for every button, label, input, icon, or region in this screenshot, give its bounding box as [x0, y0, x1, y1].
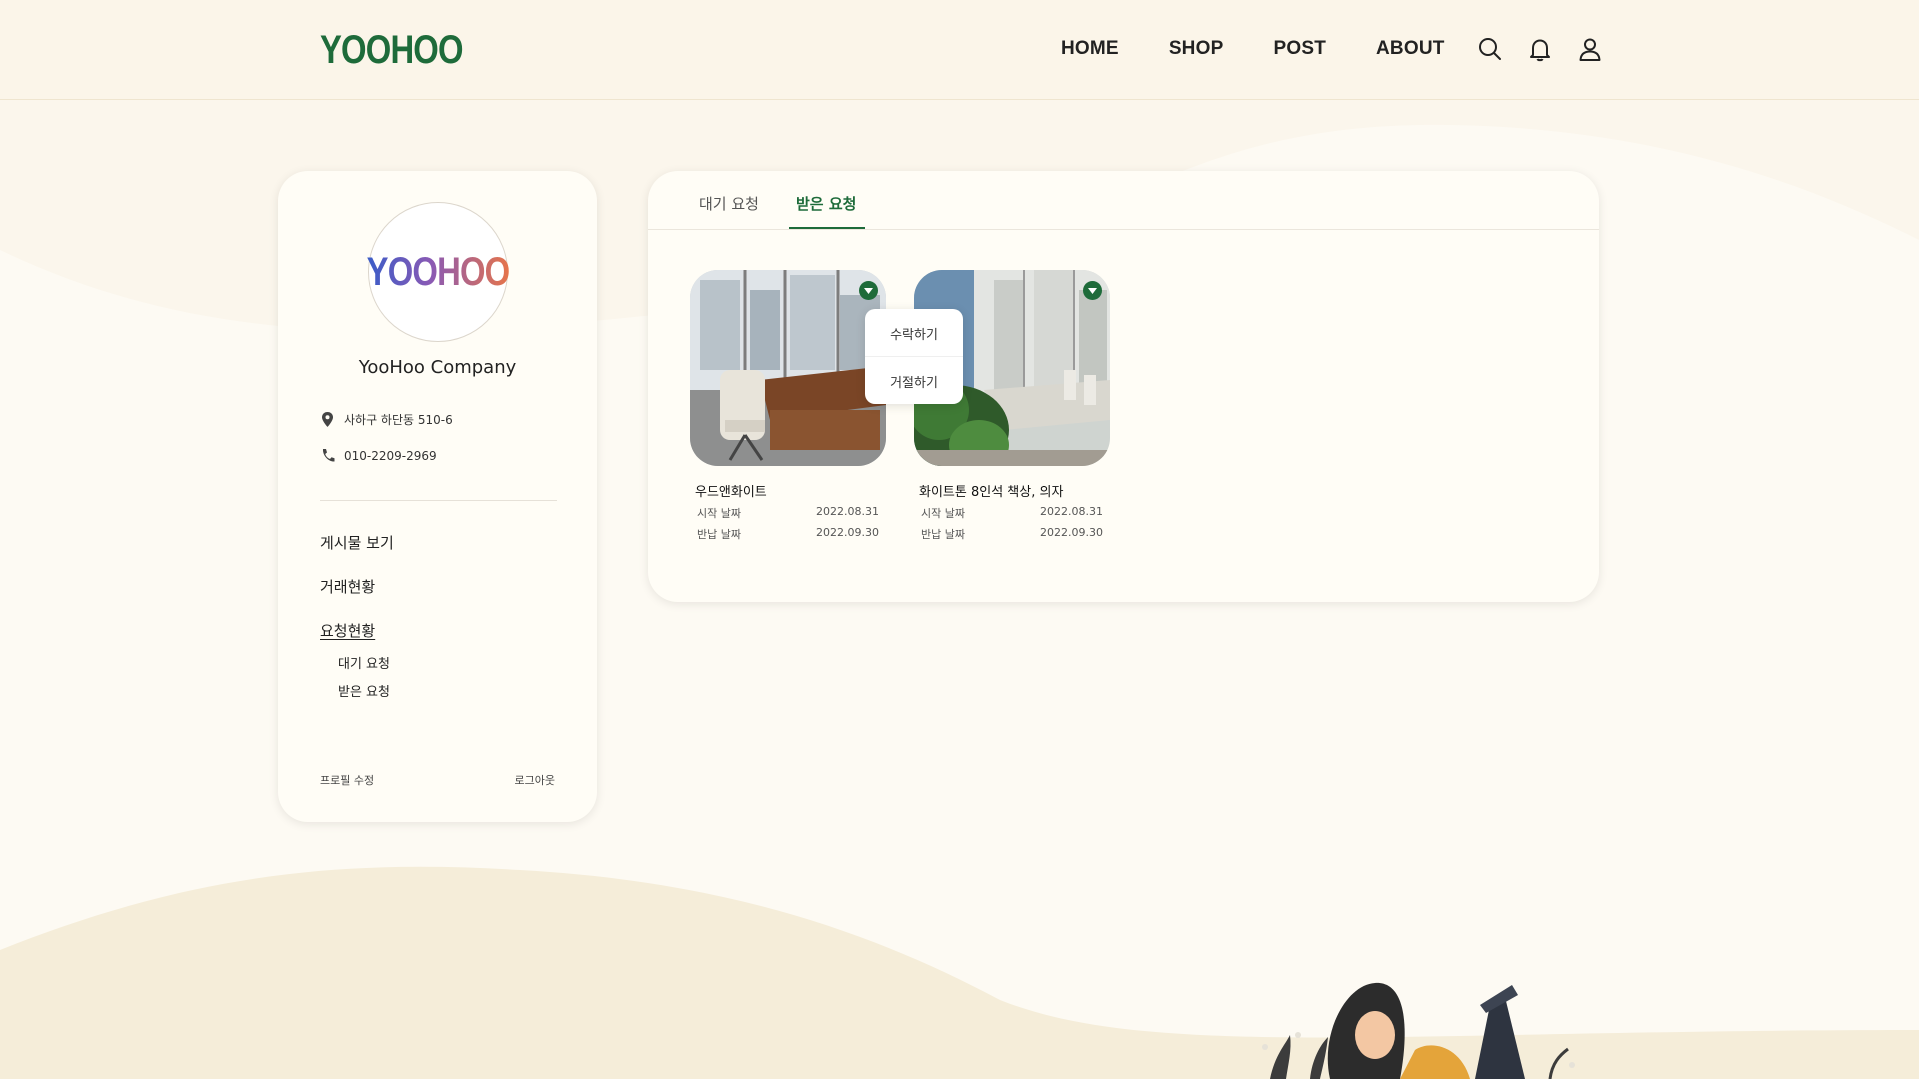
- request-card[interactable]: 우드앤화이트 시작 날짜 2022.08.31 반납 날짜 2022.09.30: [690, 270, 886, 542]
- return-date-label: 반납 날짜: [921, 528, 965, 541]
- product-image: [690, 270, 886, 466]
- address-text: 사하구 하단동 510-6: [344, 413, 453, 427]
- search-icon[interactable]: [1477, 36, 1503, 62]
- submenu-pending-requests[interactable]: 대기 요청: [338, 653, 390, 672]
- office-desk-photo: [690, 270, 886, 466]
- start-date-value: 2022.08.31: [1040, 505, 1103, 518]
- request-action-dropdown: 수락하기 거절하기: [865, 309, 963, 404]
- profile-divider: [320, 500, 557, 501]
- request-options-button[interactable]: [859, 281, 878, 300]
- bell-icon[interactable]: [1527, 36, 1553, 62]
- phone-row: 010-2209-2969: [320, 447, 437, 464]
- logout-link[interactable]: 로그아웃: [515, 772, 555, 788]
- address-row: 사하구 하단동 510-6: [320, 411, 453, 428]
- requests-panel: 대기 요청 받은 요청 우드앤화이트 시작 날짜 2022.08.31 반납 날…: [648, 171, 1599, 602]
- accept-option[interactable]: 수락하기: [865, 324, 963, 343]
- phone-icon: [322, 449, 335, 462]
- main-nav: HOME SHOP POST ABOUT: [1061, 38, 1445, 60]
- profile-card: YOOHOO YooHoo Company 사하구 하단동 510-6 010-…: [278, 171, 597, 822]
- tab-received[interactable]: 받은 요청: [796, 193, 856, 214]
- avatar: YOOHOO: [366, 202, 511, 342]
- location-pin-icon: [322, 412, 333, 427]
- dropdown-divider: [865, 356, 963, 357]
- start-date-row: 시작 날짜 2022.08.31: [921, 505, 1103, 521]
- nav-post[interactable]: POST: [1273, 38, 1326, 60]
- return-date-value: 2022.09.30: [1040, 526, 1103, 539]
- start-date-value: 2022.08.31: [816, 505, 879, 518]
- return-date-row: 반납 날짜 2022.09.30: [697, 526, 879, 542]
- tabs-divider: [648, 229, 1599, 230]
- phone-text: 010-2209-2969: [344, 448, 437, 463]
- request-options-button[interactable]: [1083, 281, 1102, 300]
- submenu-received-requests[interactable]: 받은 요청: [338, 681, 390, 700]
- brand-logo[interactable]: YOOHOO: [320, 28, 464, 73]
- nav-about[interactable]: ABOUT: [1376, 38, 1445, 60]
- edit-profile-link[interactable]: 프로필 수정: [320, 772, 374, 788]
- avatar-logo: YOOHOO: [366, 249, 511, 294]
- start-date-label: 시작 날짜: [697, 507, 741, 520]
- menu-transactions[interactable]: 거래현황: [320, 576, 375, 597]
- tab-pending[interactable]: 대기 요청: [699, 193, 759, 214]
- chevron-down-icon: [1088, 287, 1097, 294]
- nav-home[interactable]: HOME: [1061, 38, 1119, 60]
- top-header: YOOHOO HOME SHOP POST ABOUT: [0, 0, 1919, 100]
- return-date-value: 2022.09.30: [816, 526, 879, 539]
- start-date-row: 시작 날짜 2022.08.31: [697, 505, 879, 521]
- relaxing-person-illustration: [1262, 982, 1575, 1079]
- chevron-down-icon: [864, 287, 873, 294]
- nav-shop[interactable]: SHOP: [1169, 38, 1224, 60]
- return-date-row: 반납 날짜 2022.09.30: [921, 526, 1103, 542]
- menu-requests[interactable]: 요청현황: [320, 620, 375, 641]
- item-title: 화이트톤 8인석 책상, 의자: [919, 485, 1064, 500]
- return-date-label: 반납 날짜: [697, 528, 741, 541]
- menu-posts[interactable]: 게시물 보기: [320, 532, 394, 553]
- user-icon[interactable]: [1577, 36, 1603, 62]
- company-name: YooHoo Company: [358, 357, 517, 378]
- start-date-label: 시작 날짜: [921, 507, 965, 520]
- item-title: 우드앤화이트: [695, 485, 767, 500]
- reject-option[interactable]: 거절하기: [865, 372, 963, 391]
